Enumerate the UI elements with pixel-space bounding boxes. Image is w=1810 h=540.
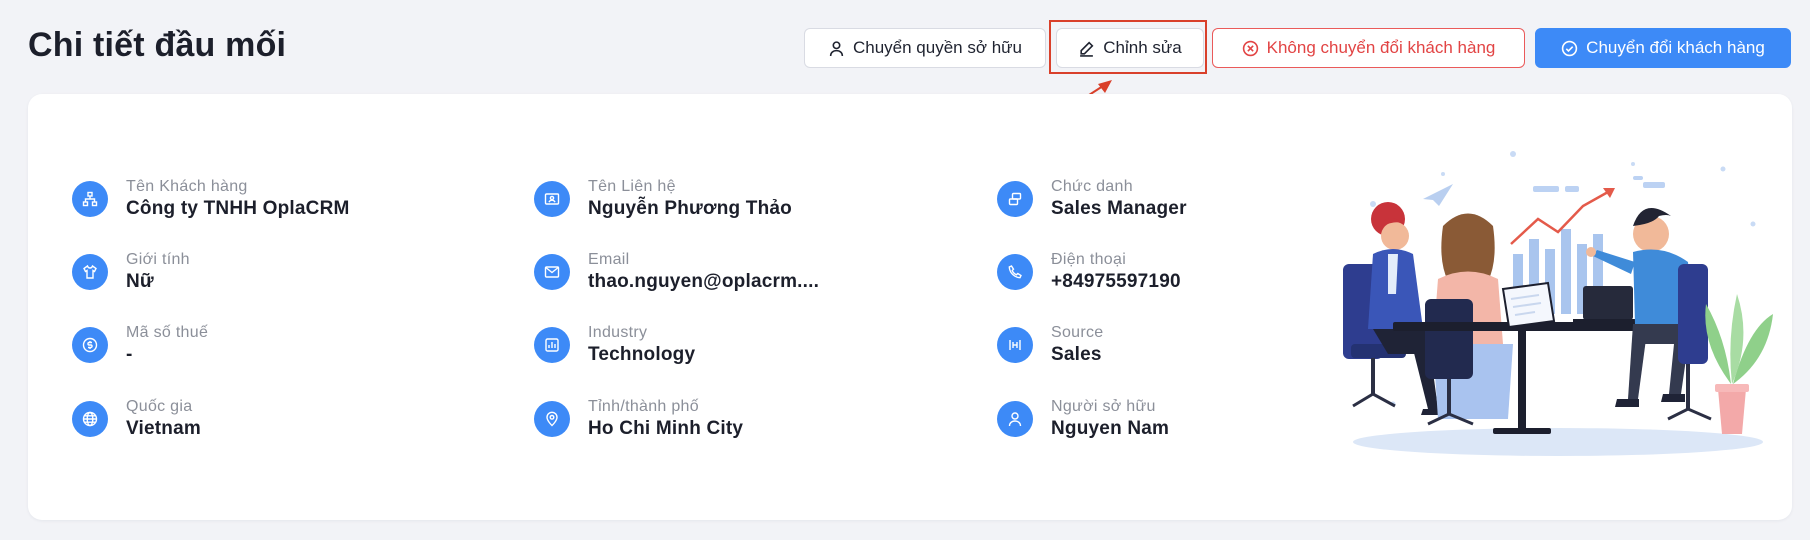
- field-value: Công ty TNHH OplaCRM: [126, 198, 350, 219]
- edit-button[interactable]: Chỉnh sửa: [1056, 28, 1204, 68]
- field-country: Quốc gia Vietnam: [72, 397, 201, 441]
- edit-label: Chỉnh sửa: [1103, 38, 1182, 57]
- source-icon: [997, 327, 1033, 363]
- contact-card-icon: [534, 181, 570, 217]
- reject-convert-label: Không chuyển đổi khách hàng: [1266, 38, 1496, 57]
- field-label: Chức danh: [1051, 178, 1133, 195]
- field-label: Quốc gia: [126, 398, 193, 415]
- field-label: Điện thoại: [1051, 251, 1127, 268]
- field-email: Email thao.nguyen@oplacrm....: [534, 250, 819, 294]
- organization-icon: [72, 181, 108, 217]
- field-label: Tên Khách hàng: [126, 178, 248, 195]
- convert-customer-button[interactable]: Chuyển đổi khách hàng: [1535, 28, 1791, 68]
- field-province: Tỉnh/thành phố Ho Chi Minh City: [534, 397, 743, 441]
- shirt-icon: [72, 254, 108, 290]
- transfer-owner-button[interactable]: Chuyển quyền sở hữu: [804, 28, 1046, 68]
- field-contact-name: Tên Liên hệ Nguyễn Phương Thảo: [534, 177, 792, 221]
- field-label: Source: [1051, 324, 1104, 341]
- reject-convert-button[interactable]: Không chuyển đổi khách hàng: [1212, 28, 1525, 68]
- user-icon: [829, 40, 844, 56]
- industry-chart-icon: [534, 327, 570, 363]
- field-customer-name: Tên Khách hàng Công ty TNHH OplaCRM: [72, 177, 350, 221]
- field-value: Nguyễn Phương Thảo: [588, 198, 792, 219]
- field-phone: Điện thoại +84975597190: [997, 250, 1181, 294]
- field-value: Nguyen Nam: [1051, 418, 1170, 439]
- field-tax-code: Mã số thuế -: [72, 323, 208, 367]
- close-circle-icon: [1242, 40, 1258, 56]
- field-value: thao.nguyen@oplacrm....: [588, 271, 820, 292]
- field-value: Ho Chi Minh City: [588, 418, 744, 439]
- field-value: Vietnam: [126, 418, 201, 439]
- location-pin-icon: [534, 401, 570, 437]
- field-value: Sales: [1051, 344, 1102, 365]
- field-label: Người sở hữu: [1051, 398, 1156, 415]
- phone-icon: [997, 254, 1033, 290]
- field-industry: Industry Technology: [534, 323, 695, 367]
- field-job-title: Chức danh Sales Manager: [997, 177, 1187, 221]
- check-circle-icon: [1561, 40, 1578, 56]
- field-label: Mã số thuế: [126, 324, 209, 341]
- field-value: +84975597190: [1051, 271, 1181, 292]
- transfer-owner-label: Chuyển quyền sở hữu: [852, 38, 1023, 57]
- dollar-coin-icon: [72, 327, 108, 363]
- field-gender: Giới tính Nữ: [72, 250, 190, 294]
- convert-customer-label: Chuyển đổi khách hàng: [1586, 38, 1765, 57]
- field-owner: Người sở hữu Nguyen Nam: [997, 397, 1169, 441]
- field-value: Sales Manager: [1051, 198, 1187, 219]
- field-label: Email: [588, 251, 630, 268]
- field-value: Technology: [588, 344, 696, 365]
- field-value: -: [126, 344, 133, 365]
- job-title-icon: [997, 181, 1033, 217]
- lead-detail-card: Tên Khách hàng Công ty TNHH OplaCRM Giới…: [28, 94, 1792, 520]
- page-title: Chi tiết đầu mối: [28, 26, 287, 64]
- pencil-icon: [1080, 41, 1094, 57]
- mail-icon: [534, 254, 570, 290]
- field-label: Giới tính: [126, 251, 190, 268]
- field-label: Industry: [588, 324, 648, 341]
- globe-icon: [72, 401, 108, 437]
- field-value: Nữ: [126, 271, 154, 292]
- meeting-illustration: [1343, 151, 1773, 456]
- field-label: Tên Liên hệ: [588, 178, 676, 195]
- field-source: Source Sales: [997, 323, 1104, 367]
- user-icon: [997, 401, 1033, 437]
- field-label: Tỉnh/thành phố: [588, 398, 699, 415]
